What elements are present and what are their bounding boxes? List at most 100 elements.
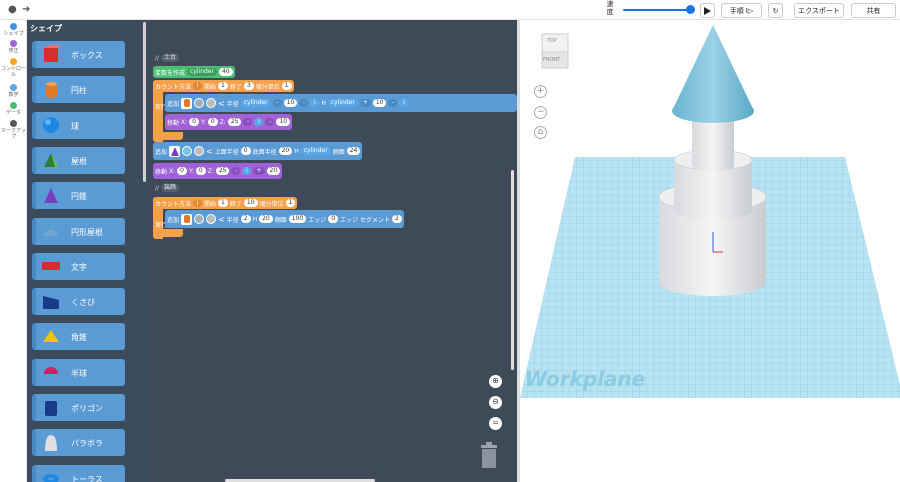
comment-block[interactable]: // 装飾 bbox=[153, 183, 181, 193]
expand-icon[interactable]: < bbox=[218, 215, 225, 224]
shape-block-cylinder[interactable]: 円柱 bbox=[32, 76, 125, 104]
add-cylinder-block[interactable]: 追加 < 半径 cylinder - 10 - i H cylinder + 1… bbox=[165, 94, 517, 112]
op-dropdown[interactable]: - bbox=[272, 99, 282, 107]
add-cylinder-block[interactable]: 追加 < 半径 2 H 20 側面 100 エッジ 0 エッジ セグメント 2 bbox=[165, 210, 404, 228]
loop-var-ref[interactable]: i bbox=[310, 99, 320, 107]
loop-var-dropdown[interactable]: i bbox=[193, 82, 203, 90]
shape-block-wedge[interactable]: くさび bbox=[32, 288, 125, 316]
trash-icon[interactable] bbox=[480, 442, 498, 468]
shape-block-pyramid[interactable]: 角錐 bbox=[32, 323, 125, 351]
top-cylinder[interactable] bbox=[692, 120, 734, 166]
y-input[interactable]: 0 bbox=[195, 167, 206, 175]
x-input[interactable]: 0 bbox=[177, 167, 187, 175]
num-input[interactable]: 10 bbox=[276, 118, 291, 126]
end-input[interactable]: 10 bbox=[243, 199, 258, 207]
3d-viewport[interactable]: Workplane TOP FRONT + − ⌂ bbox=[517, 20, 900, 482]
loop-var-ref[interactable]: i bbox=[242, 167, 252, 175]
step-input[interactable]: 1 bbox=[285, 199, 296, 207]
view-cube-front[interactable]: FRONT bbox=[543, 57, 560, 63]
create-variable-block[interactable]: 変数を作成 cylinder 40 bbox=[153, 66, 235, 78]
zoom-reset-button[interactable]: = bbox=[489, 417, 502, 430]
edge-segment-input[interactable]: 2 bbox=[391, 215, 402, 223]
speed-slider-thumb[interactable] bbox=[686, 5, 695, 14]
num-input[interactable]: 10 bbox=[372, 99, 387, 107]
shape-block-paraboloid[interactable]: パラボラ bbox=[32, 429, 125, 457]
radius-input[interactable]: 2 bbox=[240, 215, 251, 223]
forward-icon[interactable]: ➜ bbox=[22, 4, 30, 15]
op-dropdown[interactable]: - bbox=[243, 118, 253, 126]
z-input[interactable]: 25 bbox=[215, 167, 230, 175]
cone-shape[interactable] bbox=[672, 25, 754, 111]
shape-block-half-sphere[interactable]: 半球 bbox=[32, 358, 125, 386]
op-dropdown[interactable]: + bbox=[253, 167, 265, 175]
hole-toggle-icon[interactable] bbox=[194, 146, 205, 156]
color-picker-icon[interactable] bbox=[194, 98, 205, 108]
hole-toggle-icon[interactable] bbox=[206, 98, 217, 108]
flyout-scrollbar[interactable] bbox=[143, 22, 146, 182]
hole-toggle-icon[interactable] bbox=[206, 214, 217, 224]
vp-zoom-out-button[interactable]: − bbox=[534, 106, 547, 119]
shape-block-sphere[interactable]: 球 bbox=[32, 111, 125, 139]
op-dropdown[interactable]: - bbox=[299, 99, 309, 107]
count-loop-block[interactable]: カウント方法 j 開始 1 終了 10 増分単位 1 bbox=[153, 197, 298, 209]
workspace-vscrollbar[interactable] bbox=[511, 170, 514, 370]
move-block[interactable]: 移動 X: 0 Y: 0 Z: 25 - i - 10 bbox=[165, 114, 293, 130]
top-radius-input[interactable]: 0 bbox=[240, 147, 251, 155]
category-markup[interactable]: マークアップ bbox=[0, 120, 27, 140]
comment-text[interactable]: 装飾 bbox=[161, 184, 180, 192]
category-data[interactable]: データ bbox=[0, 102, 27, 116]
loop-var-ref[interactable]: i bbox=[399, 99, 409, 107]
category-math[interactable]: 数学 bbox=[0, 84, 27, 98]
zoom-in-button[interactable]: ⊕ bbox=[489, 375, 502, 388]
op-dropdown[interactable]: - bbox=[388, 99, 398, 107]
scene-canvas[interactable]: Workplane bbox=[520, 20, 900, 482]
step-button[interactable]: 手順 I▷ bbox=[721, 3, 762, 18]
bottom-radius-input[interactable]: 20 bbox=[278, 147, 293, 155]
category-control[interactable]: コントロール bbox=[0, 58, 27, 78]
edge-input[interactable]: 0 bbox=[328, 215, 339, 223]
view-cube-top[interactable]: TOP bbox=[547, 38, 557, 44]
category-modify[interactable]: 修正 bbox=[0, 40, 27, 54]
op-dropdown[interactable]: + bbox=[359, 99, 371, 107]
vp-zoom-in-button[interactable]: + bbox=[534, 85, 547, 98]
code-workspace[interactable]: // 土台 変数を作成 cylinder 40 カウント方法 i 開始 1 終了… bbox=[148, 20, 517, 482]
shape-block-text[interactable]: 文字 bbox=[32, 252, 125, 280]
vp-fit-button[interactable]: ⌂ bbox=[534, 126, 547, 139]
height-var[interactable]: cylinder bbox=[300, 147, 331, 155]
step-input[interactable]: 1 bbox=[281, 82, 292, 90]
shape-block-torus[interactable]: トーラス bbox=[32, 464, 125, 482]
expand-icon[interactable]: < bbox=[206, 147, 213, 156]
sides-input[interactable]: 24 bbox=[346, 147, 361, 155]
op-dropdown[interactable]: - bbox=[265, 118, 275, 126]
play-button[interactable] bbox=[700, 3, 715, 18]
zoom-out-button[interactable]: ⊖ bbox=[489, 396, 502, 409]
num-input[interactable]: 20 bbox=[266, 167, 281, 175]
count-loop-block[interactable]: カウント方法 i 開始 1 終了 3 増分単位 1 bbox=[153, 80, 294, 92]
num-input[interactable]: 10 bbox=[283, 99, 298, 107]
height-var[interactable]: cylinder bbox=[327, 99, 358, 107]
shape-block-round-roof[interactable]: 円形屋根 bbox=[32, 217, 125, 245]
variable-name-dropdown[interactable]: cylinder bbox=[187, 68, 217, 76]
variable-value-input[interactable]: 40 bbox=[218, 68, 233, 76]
height-input[interactable]: 20 bbox=[259, 215, 273, 223]
z-input[interactable]: 25 bbox=[227, 118, 242, 126]
add-cone-block[interactable]: 追加 < 上面半径 0 底面半径 20 H cylinder 側面 24 bbox=[153, 142, 363, 160]
loop-var-ref[interactable]: i bbox=[254, 118, 264, 126]
reset-button[interactable]: ↻ bbox=[768, 3, 783, 18]
y-input[interactable]: 0 bbox=[207, 118, 218, 126]
shape-block-cone[interactable]: 円錐 bbox=[32, 182, 125, 210]
radius-var[interactable]: cylinder bbox=[240, 99, 271, 107]
expand-icon[interactable]: < bbox=[218, 99, 225, 108]
loop-var-dropdown[interactable]: j bbox=[193, 199, 203, 207]
x-input[interactable]: 0 bbox=[189, 118, 199, 126]
start-input[interactable]: 1 bbox=[218, 82, 228, 90]
view-cube[interactable]: TOP FRONT bbox=[539, 32, 571, 70]
op-dropdown[interactable]: - bbox=[231, 167, 241, 175]
shape-block-polygon[interactable]: ポリゴン bbox=[32, 394, 125, 421]
move-block[interactable]: 移動 X: 0 Y: 0 Z: 25 - i + 20 bbox=[153, 163, 283, 179]
back-icon[interactable]: ● bbox=[8, 4, 17, 15]
color-picker-icon[interactable] bbox=[182, 146, 193, 156]
comment-text[interactable]: 土台 bbox=[161, 54, 180, 62]
comment-block[interactable]: // 土台 bbox=[153, 53, 181, 63]
share-button[interactable]: 共有 bbox=[851, 3, 896, 18]
